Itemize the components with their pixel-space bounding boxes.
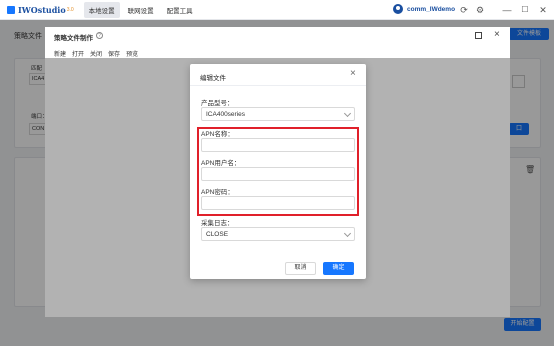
menu-local-settings[interactable]: 本地设置 bbox=[83, 1, 120, 18]
minimize-icon[interactable]: — bbox=[501, 4, 513, 16]
outer-toolbar: 新建 打开 关闭 保存 预览 bbox=[54, 49, 144, 58]
dialog-divider bbox=[190, 85, 366, 86]
logo-text: IWOstudio bbox=[18, 4, 66, 15]
user-avatar-icon bbox=[393, 4, 403, 14]
refresh-icon[interactable]: ⟳ bbox=[458, 4, 470, 16]
chevron-down-icon bbox=[343, 229, 352, 238]
title-bar: IWOstudio 3.0 本地设置 联网设置 配置工具 comm_IWdemo… bbox=[0, 0, 554, 20]
main-menu: 本地设置 联网设置 配置工具 bbox=[83, 1, 201, 18]
user-account[interactable]: comm_IWdemo bbox=[393, 4, 455, 14]
toolbar-preview[interactable]: 预览 bbox=[126, 49, 138, 58]
cancel-button[interactable]: 取消 bbox=[285, 262, 316, 275]
dialog-title: 编辑文件 bbox=[200, 75, 226, 82]
maximize-icon[interactable]: ☐ bbox=[519, 4, 531, 16]
log-collect-select[interactable]: CLOSE bbox=[201, 227, 355, 241]
dialog-close-icon[interactable]: × bbox=[350, 68, 356, 79]
menu-config-tools[interactable]: 配置工具 bbox=[162, 2, 198, 18]
product-model-value: ICA400series bbox=[206, 111, 246, 118]
logo-icon bbox=[7, 5, 15, 14]
maximize-modal-icon[interactable] bbox=[475, 32, 482, 39]
help-icon[interactable]: ? bbox=[96, 32, 103, 39]
log-collect-value: CLOSE bbox=[206, 231, 229, 238]
toolbar-close[interactable]: 关闭 bbox=[90, 49, 102, 58]
chevron-down-icon bbox=[343, 109, 352, 118]
ok-button[interactable]: 确定 bbox=[323, 262, 354, 275]
user-name: comm_IWdemo bbox=[407, 5, 456, 13]
menu-network-settings[interactable]: 联网设置 bbox=[123, 2, 159, 18]
app-logo: IWOstudio 3.0 bbox=[7, 5, 74, 15]
close-modal-icon[interactable]: × bbox=[494, 29, 500, 40]
product-model-select[interactable]: ICA400series bbox=[201, 107, 355, 121]
toolbar-open[interactable]: 打开 bbox=[72, 49, 84, 58]
highlight-box bbox=[197, 127, 359, 216]
product-model-label: 产品型号： bbox=[201, 100, 234, 107]
logo-version: 3.0 bbox=[66, 6, 74, 13]
outer-modal-title: 策略文件制作 bbox=[54, 35, 93, 42]
gear-icon[interactable]: ⚙ bbox=[474, 4, 486, 16]
toolbar-new[interactable]: 新建 bbox=[54, 49, 66, 58]
log-collect-label: 采集日志： bbox=[201, 220, 234, 227]
toolbar-save[interactable]: 保存 bbox=[108, 49, 120, 58]
close-window-icon[interactable]: ✕ bbox=[537, 4, 549, 16]
